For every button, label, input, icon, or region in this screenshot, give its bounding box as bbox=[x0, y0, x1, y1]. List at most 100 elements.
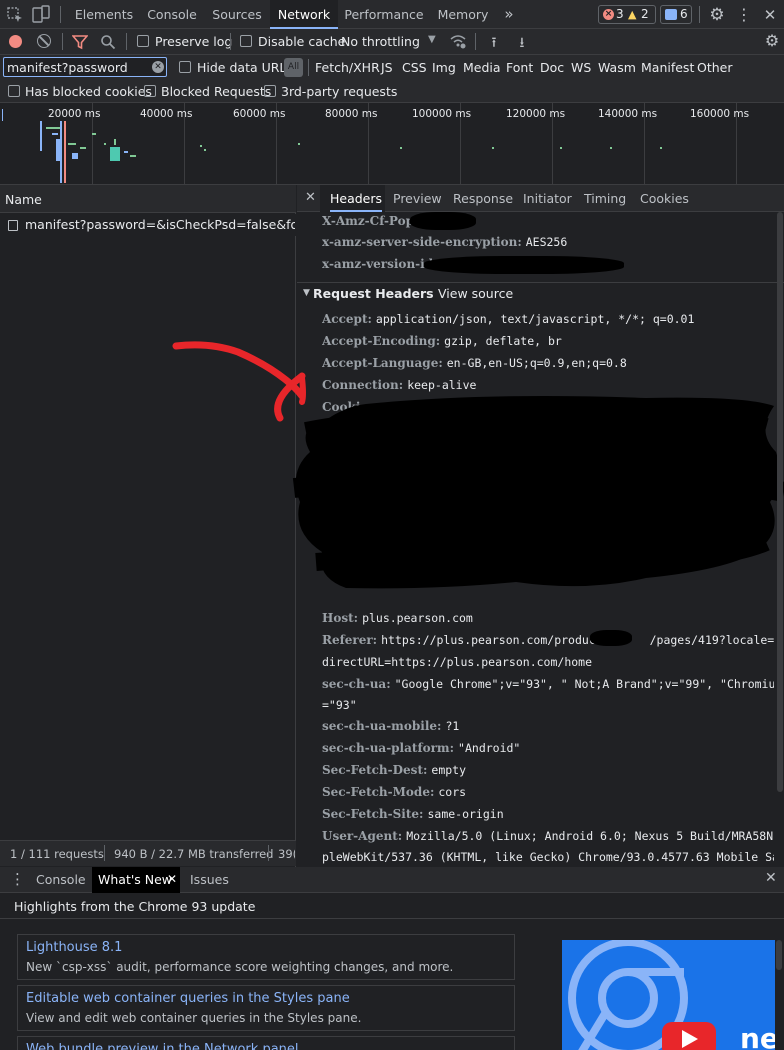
header-row-continuation: directURL=https://plus.pearson.com/home bbox=[322, 655, 593, 669]
redaction-scribble bbox=[424, 256, 624, 274]
filter-js[interactable]: JS bbox=[381, 60, 393, 75]
header-row: Sec-Fetch-Mode: cors bbox=[322, 785, 467, 799]
filter-wasm[interactable]: Wasm bbox=[598, 60, 636, 75]
blocked-requests-label: Blocked Requests bbox=[161, 84, 272, 99]
header-row: Accept: application/json, text/javascrip… bbox=[322, 312, 695, 326]
disable-cache-checkbox[interactable] bbox=[240, 35, 252, 47]
filter-other[interactable]: Other bbox=[697, 60, 733, 75]
redaction-scribble bbox=[292, 396, 784, 589]
kebab-menu-icon[interactable]: ⋮ bbox=[736, 4, 752, 26]
network-overview-timeline[interactable]: 20000 ms 40000 ms 60000 ms 80000 ms 1000… bbox=[0, 103, 784, 185]
gear-icon[interactable]: ⚙ bbox=[706, 4, 728, 26]
network-status-bar: 1 / 111 requests 940 B / 22.7 MB transfe… bbox=[0, 840, 296, 866]
disable-cache-label: Disable cache bbox=[258, 34, 346, 49]
clear-filter-icon[interactable]: ✕ bbox=[152, 61, 164, 73]
redaction-scribble bbox=[590, 630, 632, 646]
message-counter[interactable]: 6 bbox=[660, 5, 692, 24]
drawer-tab-issues[interactable]: Issues bbox=[190, 872, 229, 887]
request-headers-title[interactable]: Request Headers bbox=[313, 286, 434, 301]
filter-bar: manifest?password ✕ Hide data URLs All F… bbox=[0, 55, 784, 81]
transfer-size: 940 B / 22.7 MB transferred bbox=[114, 847, 274, 861]
document-icon bbox=[8, 220, 18, 231]
filter-media[interactable]: Media bbox=[463, 60, 501, 75]
drawer-scrollbar[interactable] bbox=[776, 940, 782, 970]
tab-network[interactable]: Network bbox=[270, 0, 338, 29]
video-title-text: ne bbox=[740, 1022, 775, 1050]
name-column-header: Name bbox=[5, 192, 42, 207]
filter-all-button[interactable]: All bbox=[284, 58, 303, 77]
tab-memory[interactable]: Memory bbox=[432, 0, 494, 29]
devtools-tabbar: Elements Console Sources Network Perform… bbox=[0, 0, 784, 29]
import-har-icon[interactable]: ⭱ bbox=[486, 32, 502, 51]
header-row: Host: plus.pearson.com bbox=[322, 611, 473, 625]
filter-css[interactable]: CSS bbox=[402, 60, 427, 75]
drawer-menu-icon[interactable]: ⋮ bbox=[10, 870, 25, 888]
preserve-log-label: Preserve log bbox=[155, 34, 233, 49]
card-title: Editable web container queries in the St… bbox=[26, 991, 350, 1006]
tab-cookies[interactable]: Cookies bbox=[640, 185, 689, 212]
tab-sources[interactable]: Sources bbox=[206, 0, 268, 29]
filter-doc[interactable]: Doc bbox=[540, 60, 564, 75]
drawer-tab-console[interactable]: Console bbox=[36, 872, 86, 887]
whats-new-card[interactable]: Editable web container queries in the St… bbox=[17, 985, 515, 1031]
close-detail-icon[interactable]: ✕ bbox=[305, 190, 316, 205]
request-row[interactable]: manifest?password=&isCheckPsd=false&form… bbox=[0, 214, 296, 236]
inspect-element-icon[interactable] bbox=[6, 6, 24, 24]
filter-fetch-xhr[interactable]: Fetch/XHR bbox=[315, 60, 380, 75]
header-row-continuation: ="93" bbox=[322, 698, 357, 712]
search-icon[interactable] bbox=[100, 34, 116, 50]
drawer-tabs: ⋮ Console What's New ✕ Issues ✕ bbox=[0, 867, 784, 893]
filter-icon[interactable] bbox=[71, 34, 89, 50]
hide-data-urls-checkbox[interactable] bbox=[179, 61, 191, 73]
view-source-link[interactable]: View source bbox=[438, 286, 513, 301]
hide-data-urls-label: Hide data URLs bbox=[197, 60, 293, 75]
error-icon: × bbox=[603, 9, 614, 20]
more-tabs-button[interactable]: » bbox=[498, 0, 520, 29]
issue-counter[interactable]: × 3 ▲ 2 bbox=[598, 5, 656, 24]
tab-preview[interactable]: Preview bbox=[393, 185, 442, 212]
header-row: Accept-Encoding: gzip, deflate, br bbox=[322, 334, 562, 348]
tab-response[interactable]: Response bbox=[453, 185, 513, 212]
preserve-log-checkbox[interactable] bbox=[137, 35, 149, 47]
expand-triangle-icon[interactable]: ▼ bbox=[303, 288, 310, 298]
whats-new-card[interactable]: Web bundle preview in the Network panel bbox=[17, 1036, 515, 1050]
tab-headers[interactable]: Headers bbox=[330, 185, 383, 212]
tab-console[interactable]: Console bbox=[140, 0, 204, 29]
card-title: Lighthouse 8.1 bbox=[26, 940, 123, 955]
tab-initiator[interactable]: Initiator bbox=[523, 185, 572, 212]
network-conditions-icon[interactable] bbox=[449, 33, 467, 49]
tab-timing[interactable]: Timing bbox=[584, 185, 626, 212]
filter-manifest[interactable]: Manifest bbox=[641, 60, 694, 75]
record-icon[interactable] bbox=[9, 35, 22, 48]
close-icon[interactable]: ✕ bbox=[760, 4, 780, 26]
clear-icon[interactable] bbox=[37, 34, 51, 48]
header-row: Accept-Language: en-GB,en-US;q=0.9,en;q=… bbox=[322, 356, 627, 370]
whats-new-card[interactable]: Lighthouse 8.1 New `csp-xss` audit, perf… bbox=[17, 934, 515, 980]
close-tab-icon[interactable]: ✕ bbox=[167, 872, 177, 886]
request-list-panel bbox=[0, 185, 296, 867]
request-list-header[interactable]: Name bbox=[0, 185, 296, 213]
drawer-tab-whats-new[interactable]: What's New bbox=[98, 872, 172, 887]
tab-performance[interactable]: Performance bbox=[340, 0, 428, 29]
device-toolbar-icon[interactable] bbox=[32, 5, 50, 25]
network-settings-gear-icon[interactable]: ⚙ bbox=[762, 31, 782, 51]
detail-scrollbar[interactable] bbox=[777, 212, 783, 792]
has-blocked-cookies-checkbox[interactable] bbox=[8, 85, 20, 97]
filter-input-value: manifest?password bbox=[7, 60, 128, 75]
blocked-requests-checkbox[interactable] bbox=[144, 85, 156, 97]
third-party-label: 3rd-party requests bbox=[281, 84, 398, 99]
chevron-down-icon[interactable]: ▼ bbox=[428, 34, 436, 45]
third-party-checkbox[interactable] bbox=[264, 85, 276, 97]
extra-filter-bar: Has blocked cookies Blocked Requests 3rd… bbox=[0, 81, 784, 103]
filter-font[interactable]: Font bbox=[506, 60, 533, 75]
close-drawer-icon[interactable]: ✕ bbox=[765, 870, 777, 886]
tab-elements[interactable]: Elements bbox=[68, 0, 140, 29]
warning-icon: ▲ bbox=[628, 8, 637, 21]
throttling-select[interactable]: No throttling bbox=[341, 34, 420, 49]
filter-input[interactable]: manifest?password ✕ bbox=[3, 57, 167, 77]
video-thumbnail[interactable]: ne bbox=[562, 940, 775, 1050]
filter-ws[interactable]: WS bbox=[571, 60, 591, 75]
filter-img[interactable]: Img bbox=[432, 60, 456, 75]
request-count: 1 / 111 requests bbox=[10, 847, 104, 861]
export-har-icon[interactable]: ⭳ bbox=[514, 32, 530, 51]
